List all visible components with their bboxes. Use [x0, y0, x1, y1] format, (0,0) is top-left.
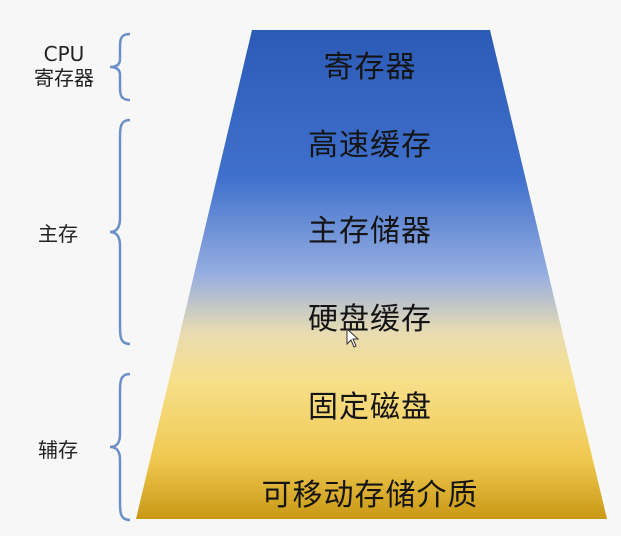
level-registers: 寄存器 [323, 50, 417, 85]
group-cpu-registers: CPU 寄存器 [22, 42, 106, 90]
group-secondary-storage: 辅存 [38, 438, 78, 462]
level-disk-cache: 硬盘缓存 [308, 302, 432, 337]
group-main-memory: 主存 [38, 222, 78, 246]
level-main-memory: 主存储器 [308, 214, 432, 249]
pyramid-shape [136, 30, 607, 519]
level-fixed-disk: 固定磁盘 [308, 390, 432, 425]
brace-icon [109, 118, 131, 346]
brace-icon [109, 32, 131, 102]
level-cache: 高速缓存 [308, 128, 432, 163]
group-cpu-line1: CPU [43, 42, 85, 66]
mouse-cursor-icon [346, 328, 360, 348]
level-removable-storage: 可移动存储介质 [261, 478, 479, 513]
group-cpu-line2: 寄存器 [34, 66, 94, 90]
brace-icon [109, 372, 131, 522]
memory-hierarchy-diagram: 寄存器 高速缓存 主存储器 硬盘缓存 固定磁盘 可移动存储介质 CPU 寄存器 … [0, 0, 621, 536]
